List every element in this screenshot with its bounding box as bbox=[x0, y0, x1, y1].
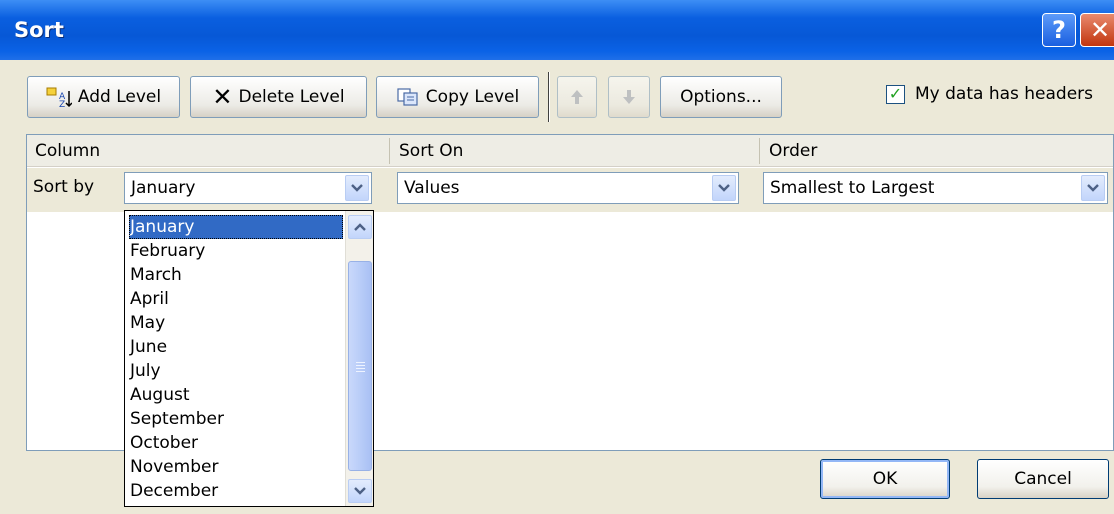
scroll-thumb[interactable] bbox=[348, 261, 372, 471]
chevron-up-icon bbox=[354, 223, 366, 231]
dropdown-item[interactable]: July bbox=[129, 359, 343, 383]
delete-level-button[interactable]: ✕ Delete Level bbox=[190, 76, 367, 118]
headers-checkbox-label: My data has headers bbox=[915, 84, 1094, 104]
dropdown-item[interactable]: May bbox=[129, 311, 343, 335]
dropdown-item[interactable]: February bbox=[129, 239, 343, 263]
arrow-down-icon bbox=[622, 89, 636, 105]
column-dropdown-list[interactable]: January February March April May June Ju… bbox=[124, 210, 374, 507]
add-level-label: Add Level bbox=[77, 87, 162, 107]
sort-by-label: Sort by bbox=[33, 177, 95, 197]
order-header: Order bbox=[769, 141, 818, 161]
cancel-label: Cancel bbox=[1014, 469, 1072, 489]
svg-text:Z: Z bbox=[59, 100, 65, 108]
scroll-up-button[interactable] bbox=[348, 215, 372, 239]
dropdown-item[interactable]: November bbox=[129, 455, 343, 479]
sort-on-select[interactable]: Values bbox=[397, 172, 739, 204]
column-header: Column bbox=[35, 141, 101, 161]
dropdown-item[interactable]: August bbox=[129, 383, 343, 407]
dropdown-item[interactable]: December bbox=[129, 479, 343, 503]
headers-checkbox[interactable]: ✓ bbox=[886, 84, 905, 104]
chevron-down-icon[interactable] bbox=[712, 175, 736, 201]
help-button[interactable]: ? bbox=[1042, 13, 1076, 47]
dropdown-item[interactable]: April bbox=[129, 287, 343, 311]
grid-header: Column Sort On Order bbox=[27, 135, 1113, 167]
options-label: Options... bbox=[680, 87, 762, 107]
window-title: Sort bbox=[14, 18, 64, 42]
chevron-down-icon bbox=[354, 487, 366, 495]
question-icon: ? bbox=[1052, 16, 1066, 44]
sort-on-header: Sort On bbox=[399, 141, 464, 161]
order-select-value: Smallest to Largest bbox=[770, 178, 935, 198]
dropdown-item[interactable]: September bbox=[129, 407, 343, 431]
close-icon: ✕ bbox=[1089, 16, 1111, 44]
delete-x-icon: ✕ bbox=[212, 83, 233, 111]
ok-label: OK bbox=[872, 469, 898, 489]
add-level-icon: A Z bbox=[46, 86, 72, 108]
header-divider bbox=[759, 138, 760, 164]
add-level-button[interactable]: A Z Add Level bbox=[27, 76, 180, 118]
title-bar: Sort ? ✕ bbox=[0, 0, 1114, 60]
delete-level-label: Delete Level bbox=[238, 87, 345, 107]
scroll-down-button[interactable] bbox=[348, 479, 372, 503]
toolbar-separator bbox=[548, 72, 550, 122]
copy-icon bbox=[396, 87, 420, 107]
headers-checkbox-row[interactable]: ✓ My data has headers bbox=[886, 84, 1093, 104]
chevron-down-icon[interactable] bbox=[345, 175, 369, 201]
ok-button[interactable]: OK bbox=[820, 459, 950, 499]
copy-level-label: Copy Level bbox=[425, 87, 520, 107]
chevron-down-icon[interactable] bbox=[1081, 175, 1105, 201]
column-select[interactable]: January bbox=[124, 172, 372, 204]
column-select-value: January bbox=[131, 178, 196, 198]
move-down-button[interactable] bbox=[608, 76, 650, 118]
close-button[interactable]: ✕ bbox=[1080, 13, 1114, 47]
dropdown-item[interactable]: March bbox=[129, 263, 343, 287]
arrow-up-icon bbox=[570, 89, 584, 105]
dropdown-item[interactable]: January bbox=[129, 215, 343, 239]
sort-on-select-value: Values bbox=[404, 178, 460, 198]
order-select[interactable]: Smallest to Largest bbox=[763, 172, 1108, 204]
dropdown-item[interactable]: October bbox=[129, 431, 343, 455]
header-divider bbox=[389, 138, 390, 164]
dropdown-item[interactable]: June bbox=[129, 335, 343, 359]
copy-level-button[interactable]: Copy Level bbox=[376, 76, 539, 118]
dropdown-scrollbar[interactable] bbox=[345, 211, 373, 506]
cancel-button[interactable]: Cancel bbox=[977, 459, 1109, 499]
move-up-button[interactable] bbox=[557, 76, 597, 118]
options-button[interactable]: Options... bbox=[660, 76, 782, 118]
